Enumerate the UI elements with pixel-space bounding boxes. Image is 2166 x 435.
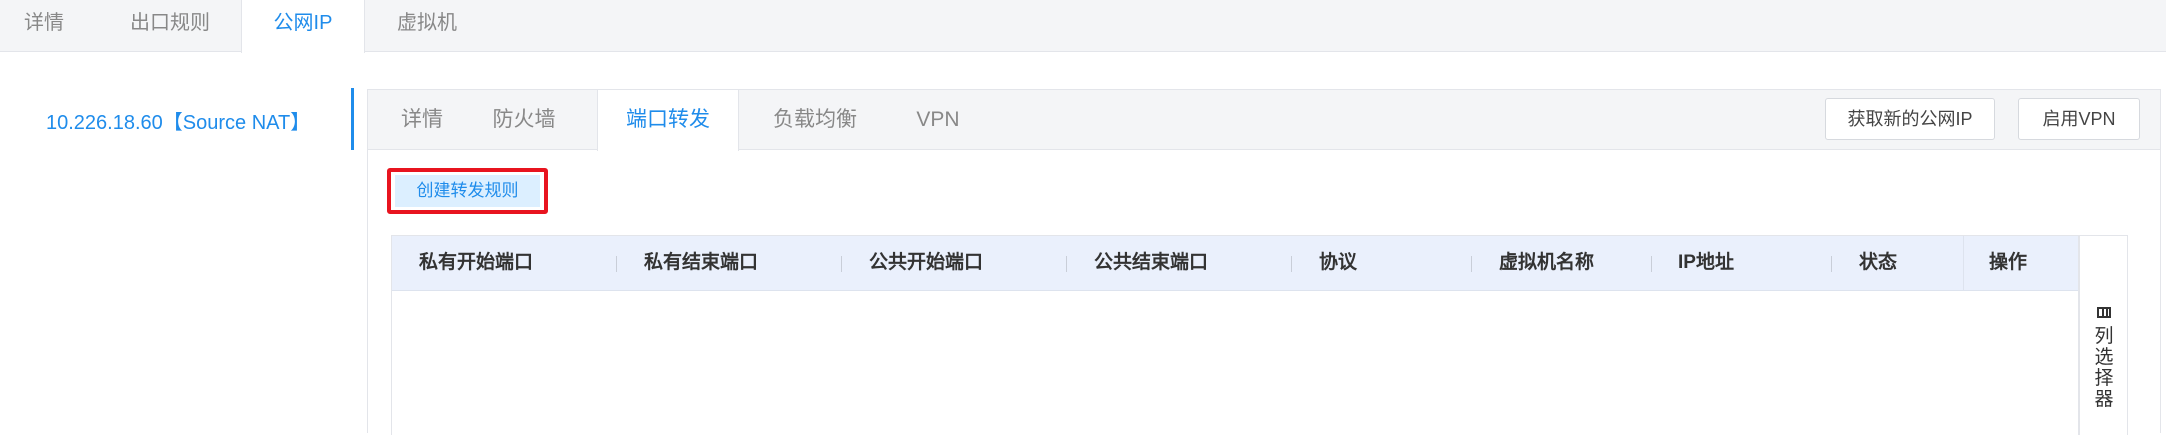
column-divider [1651, 256, 1652, 272]
column-actions: 操作 [1989, 252, 2028, 273]
table-header: 私有开始端口 私有结束端口 公共开始端口 公共结束端口 协议 虚拟机名称 IP地… [392, 236, 2078, 291]
column-border [1963, 236, 1964, 290]
column-private-end-port[interactable]: 私有结束端口 [644, 236, 758, 290]
column-chooser-label: 列选择器 [2094, 326, 2114, 410]
column-public-start-port[interactable]: 公共开始端口 [869, 236, 983, 290]
top-tab-bar: 详情 出口规则 公网IP 虚拟机 [0, 0, 2166, 53]
create-forwarding-rule-button[interactable]: 创建转发规则 [395, 175, 540, 207]
column-divider [1471, 256, 1472, 272]
create-rule-highlight: 创建转发规则 [387, 168, 548, 214]
enable-vpn-button[interactable]: 启用VPN [2018, 98, 2140, 140]
tab-vpn[interactable]: VPN [884, 90, 992, 150]
ip-list-item[interactable]: 10.226.18.60【Source NAT】 [0, 88, 354, 150]
column-divider [1066, 256, 1067, 272]
columns-icon [2097, 307, 2111, 318]
column-ip-address[interactable]: IP地址 [1678, 236, 1734, 290]
column-divider [616, 256, 617, 272]
ip-detail-panel: 详情 防火墙 端口转发 负载均衡 VPN 获取新的公网IP 启用VPN 创建转发… [367, 89, 2161, 435]
tab-ip-details[interactable]: 详情 [368, 90, 476, 150]
port-forwarding-table: 私有开始端口 私有结束端口 公共开始端口 公共结束端口 协议 虚拟机名称 IP地… [391, 235, 2079, 435]
acquire-new-ip-button[interactable]: 获取新的公网IP [1825, 98, 1995, 140]
column-divider [1291, 256, 1292, 272]
tab-port-forwarding[interactable]: 端口转发 [597, 90, 739, 151]
tab-firewall[interactable]: 防火墙 [476, 90, 572, 150]
ip-list-item-label: 10.226.18.60【Source NAT】 [46, 112, 311, 134]
column-vm-name[interactable]: 虚拟机名称 [1499, 236, 1594, 290]
tab-egress-rules[interactable]: 出口规则 [100, 0, 240, 52]
column-public-end-port[interactable]: 公共结束端口 [1094, 236, 1208, 290]
tab-vms[interactable]: 虚拟机 [368, 0, 486, 52]
column-private-start-port[interactable]: 私有开始端口 [419, 236, 533, 290]
column-chooser-button[interactable]: 列选择器 [2079, 235, 2128, 435]
tab-load-balancing[interactable]: 负载均衡 [750, 90, 880, 150]
column-divider [841, 256, 842, 272]
tab-public-ip[interactable]: 公网IP [241, 0, 365, 53]
column-divider [1831, 256, 1832, 272]
column-status[interactable]: 状态 [1859, 236, 1897, 290]
column-protocol[interactable]: 协议 [1319, 236, 1357, 290]
tab-details[interactable]: 详情 [0, 0, 88, 52]
inner-tab-bar: 详情 防火墙 端口转发 负载均衡 VPN 获取新的公网IP 启用VPN [368, 90, 2160, 151]
